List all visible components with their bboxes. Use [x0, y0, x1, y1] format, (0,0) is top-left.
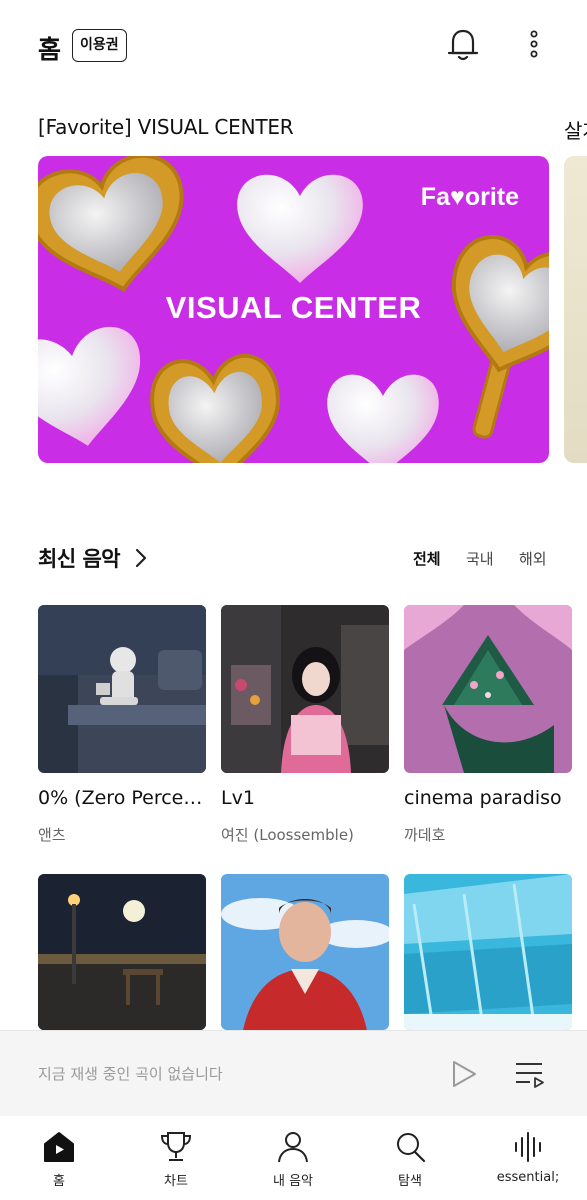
nav-explore[interactable]: 탐색	[360, 1130, 460, 1189]
album-artist: 여진 (Loossemble)	[221, 826, 354, 844]
nav-essential[interactable]: essential;	[478, 1130, 578, 1185]
nav-my-music[interactable]: 내 음악	[243, 1130, 343, 1189]
banner-next-title[interactable]: 살개	[564, 115, 587, 144]
person-icon	[278, 1132, 308, 1163]
brand-logo: Fa♥orite	[420, 183, 519, 211]
filter-all-tab[interactable]: 전체	[413, 548, 441, 569]
album-card[interactable]	[404, 874, 572, 1030]
pass-button[interactable]: 이용권	[72, 29, 127, 62]
featured-banner[interactable]: Fa♥orite VISUAL CENTER	[38, 156, 549, 463]
nav-label: 탐색	[398, 1174, 422, 1189]
next-banner-peek[interactable]	[564, 156, 587, 463]
now-playing-status: 지금 재생 중인 곡이 없습니다	[38, 1065, 223, 1083]
album-card[interactable]	[221, 874, 389, 1030]
nav-label: 차트	[164, 1174, 188, 1189]
bell-icon[interactable]	[446, 26, 480, 62]
waveform-icon	[515, 1132, 541, 1162]
mini-player[interactable]: 지금 재생 중인 곡이 없습니다	[0, 1030, 587, 1116]
filter-domestic-tab[interactable]: 국내	[466, 548, 494, 569]
album-card[interactable]: 0% (Zero Perce… 앤츠	[38, 605, 206, 844]
search-icon	[397, 1133, 426, 1163]
album-artist: 앤츠	[38, 826, 66, 844]
album-title: Lv1	[221, 787, 255, 809]
more-options-icon[interactable]	[522, 28, 546, 62]
banner-headline: VISUAL CENTER	[165, 290, 422, 325]
top-header: 홈 이용권	[0, 0, 587, 90]
album-cover	[404, 605, 572, 773]
album-cover	[221, 874, 389, 1030]
banner-section-title[interactable]: [Favorite] VISUAL CENTER	[38, 115, 294, 139]
album-artist: 까데호	[404, 826, 446, 844]
album-card[interactable]: cinema paradiso 까데호	[404, 605, 572, 844]
region-filter: 전체 국내 해외	[0, 548, 587, 572]
nav-label: 내 음악	[272, 1174, 313, 1189]
nav-label: essential;	[496, 1170, 560, 1185]
album-cover	[221, 605, 389, 773]
album-cover	[38, 605, 206, 773]
nav-chart[interactable]: 차트	[126, 1130, 226, 1189]
playlist-icon[interactable]	[514, 1059, 546, 1089]
album-title: cinema paradiso	[404, 787, 562, 809]
nav-home[interactable]: 홈	[9, 1130, 109, 1189]
home-icon	[44, 1132, 74, 1162]
album-title: 0% (Zero Perce…	[38, 787, 203, 809]
trophy-icon	[160, 1132, 192, 1161]
album-cover	[38, 874, 206, 1030]
album-cover	[404, 874, 572, 1030]
nav-label: 홈	[53, 1174, 65, 1189]
page-title: 홈	[38, 35, 61, 64]
album-card[interactable]	[38, 874, 206, 1030]
bottom-navigation: 홈 차트 내 음악 탐색 essential;	[0, 1116, 587, 1200]
filter-international-tab[interactable]: 해외	[519, 548, 547, 569]
play-icon[interactable]	[450, 1059, 478, 1089]
album-card[interactable]: Lv1 여진 (Loossemble)	[221, 605, 389, 844]
